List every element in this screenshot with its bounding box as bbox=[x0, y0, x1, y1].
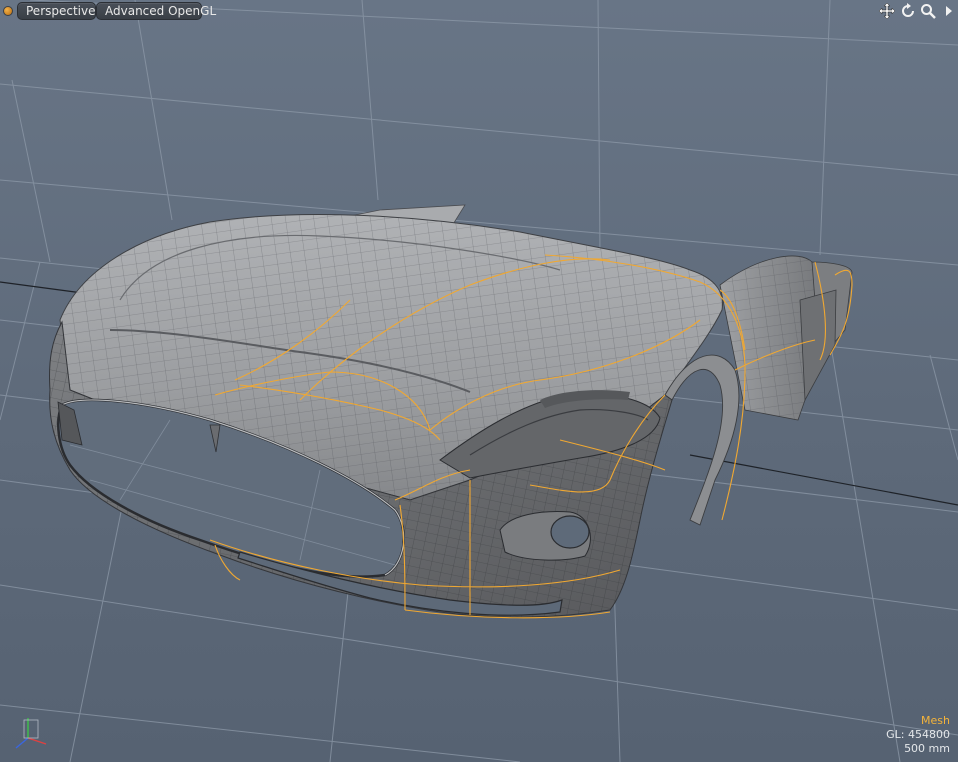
gl-polygon-count: GL: 454800 bbox=[886, 728, 950, 741]
move-view-icon[interactable] bbox=[878, 2, 896, 20]
view-mode-button[interactable]: Perspective bbox=[17, 2, 96, 20]
zoom-view-icon[interactable] bbox=[919, 2, 937, 20]
viewport-hud: Mesh GL: 454800 500 mm bbox=[886, 714, 950, 756]
viewport-menu-icon[interactable] bbox=[3, 6, 13, 16]
render-mode-button[interactable]: Advanced OpenGL bbox=[96, 2, 216, 20]
viewport-scene[interactable] bbox=[0, 0, 958, 762]
viewport-toolbar: Perspective Advanced OpenGL bbox=[0, 0, 958, 22]
rotate-view-icon[interactable] bbox=[899, 2, 917, 20]
grid-scale-label: 500 mm bbox=[904, 742, 950, 755]
axis-gizmo bbox=[15, 718, 47, 749]
3d-viewport[interactable]: Perspective Advanced OpenGL Mesh GL: 454… bbox=[0, 0, 958, 762]
car-mesh-model bbox=[49, 204, 853, 619]
more-options-icon[interactable] bbox=[940, 2, 958, 20]
selection-mode-label: Mesh bbox=[921, 714, 950, 727]
